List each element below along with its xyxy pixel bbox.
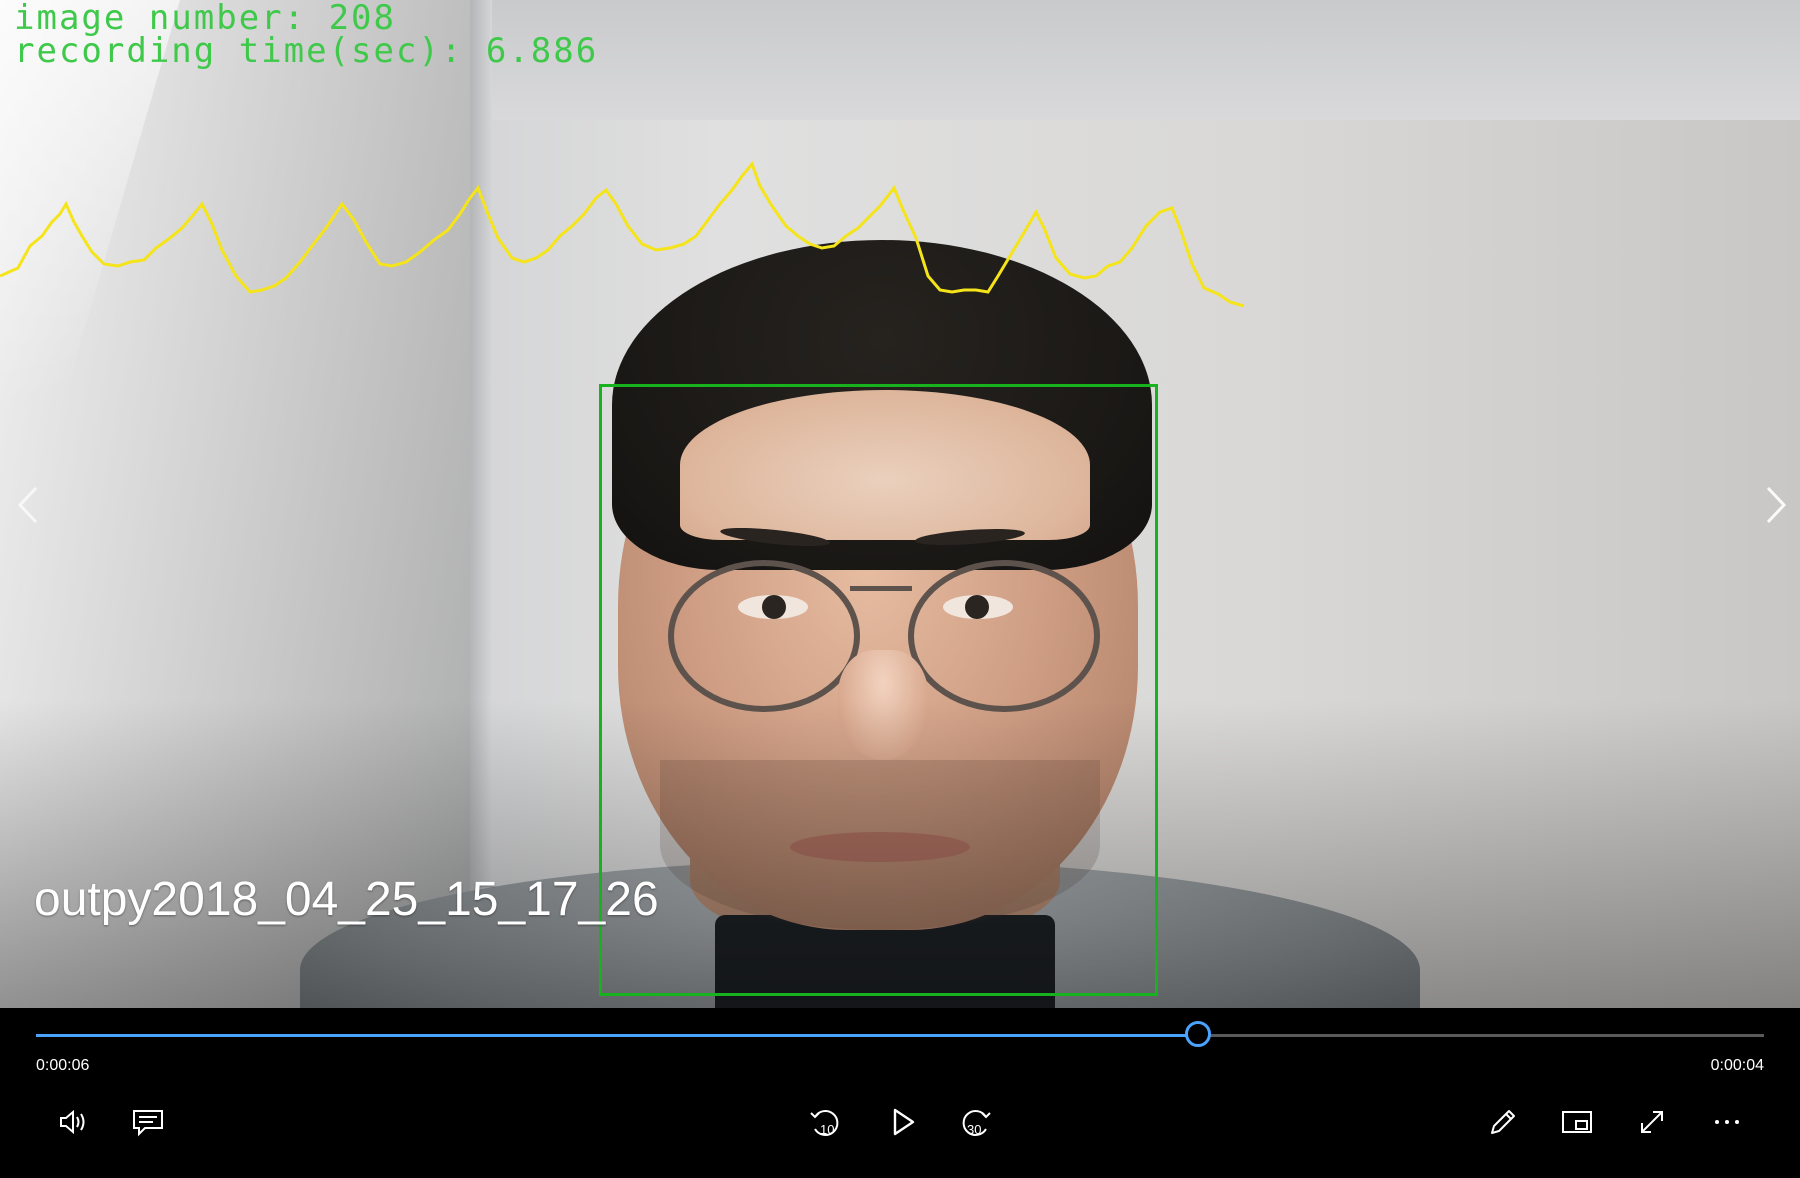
skip-back-button[interactable]: 10 (803, 1100, 847, 1144)
more-button[interactable] (1705, 1100, 1749, 1144)
play-button[interactable] (880, 1100, 924, 1144)
pulse-signal-line (0, 161, 1245, 308)
remaining-time: 0:00:04 (1710, 1057, 1764, 1074)
chevron-right-icon[interactable] (1756, 480, 1796, 530)
video-title: outpy2018_04_25_15_17_26 (34, 873, 659, 926)
mini-view-icon (1562, 1111, 1592, 1133)
recording-time-text: recording time(sec): 6.886 (14, 31, 599, 71)
play-icon (893, 1108, 915, 1136)
skip-forward-30-icon: 30 (962, 1110, 991, 1137)
captions-button[interactable] (126, 1100, 170, 1144)
volume-button[interactable] (51, 1100, 95, 1144)
more-icon (1715, 1120, 1739, 1124)
video-frame[interactable]: image number: 208 recording time(sec): 6… (0, 0, 1800, 1008)
fullscreen-icon (1641, 1111, 1663, 1133)
face-detection-box (599, 384, 1158, 996)
fullscreen-button[interactable] (1630, 1100, 1674, 1144)
skip-forward-label: 30 (967, 1122, 981, 1137)
seek-progress (36, 1034, 1199, 1037)
seek-thumb[interactable] (1185, 1021, 1212, 1047)
skip-forward-button[interactable]: 30 (954, 1100, 998, 1144)
skip-back-label: 10 (820, 1122, 834, 1137)
skip-back-10-icon: 10 (810, 1110, 839, 1137)
elapsed-time: 0:00:06 (36, 1057, 90, 1074)
captions-icon (133, 1110, 163, 1137)
pencil-icon (1491, 1110, 1515, 1134)
chevron-left-icon[interactable] (8, 480, 48, 530)
volume-icon (60, 1109, 85, 1135)
overlay-info: image number: 208 recording time(sec): 6… (14, 1, 599, 71)
edit-button[interactable] (1481, 1100, 1525, 1144)
mini-view-button[interactable] (1555, 1100, 1599, 1144)
